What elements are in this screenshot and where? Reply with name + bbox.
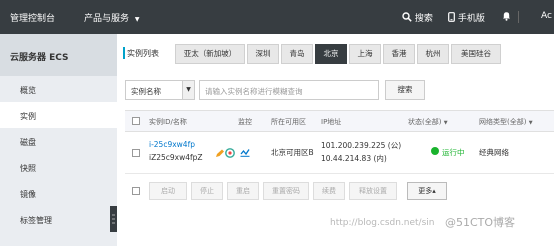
- products-menu-label: 产品与服务: [84, 14, 130, 24]
- col-ip: IP地址: [321, 118, 342, 126]
- top-nav-bar: 管理控制台 产品与服务 ▼ 搜索 手机版 Ac: [0, 0, 554, 34]
- tag-icon[interactable]: [225, 148, 235, 158]
- search-button[interactable]: 搜索: [385, 80, 425, 100]
- divider: [518, 11, 519, 23]
- table-row: i-25c9xw4fp iZ25c9xw4fpZ 北京可用区B 101.200.…: [125, 132, 554, 174]
- chevron-down-icon: ▼: [134, 16, 140, 23]
- instance-name: iZ25c9xw4fpZ: [149, 153, 203, 162]
- watermark-url: http://blog.csdn.net/sin: [330, 218, 435, 228]
- stop-button[interactable]: 停止: [191, 182, 223, 200]
- tab-region-beijing[interactable]: 北京: [315, 44, 347, 64]
- sidebar-item-images[interactable]: 镜像: [0, 180, 117, 206]
- caret-down-icon: ▼: [182, 81, 194, 99]
- col-status-label: 状态(全部): [408, 118, 442, 126]
- products-menu[interactable]: 产品与服务 ▼: [84, 11, 140, 24]
- col-status-filter[interactable]: 状态(全部) ▼: [408, 117, 448, 127]
- tab-region-singapore[interactable]: 亚太（新加坡）: [175, 44, 245, 64]
- search-icon: [402, 12, 412, 22]
- search-link[interactable]: 搜索: [402, 11, 433, 24]
- monitor-chart-icon[interactable]: [240, 148, 250, 157]
- mobile-link-label: 手机版: [457, 14, 485, 24]
- release-settings-button[interactable]: 释放设置: [349, 182, 397, 200]
- col-id-name: 实例ID/名称: [149, 118, 187, 126]
- col-network-filter[interactable]: 网络类型(全部) ▼: [479, 117, 533, 127]
- tab-region-hangzhou[interactable]: 杭州: [417, 44, 449, 64]
- restart-button[interactable]: 重启: [227, 182, 259, 200]
- sidebar-item-tags[interactable]: 标签管理: [0, 206, 117, 232]
- table-header: 实例ID/名称 监控 所在可用区 IP地址 状态(全部) ▼ 网络类型(全部) …: [125, 110, 554, 132]
- instance-list-title: 实例列表: [127, 49, 159, 58]
- filter-field-value: 实例名称: [131, 87, 161, 96]
- start-button[interactable]: 启动: [149, 182, 187, 200]
- bell-icon[interactable]: [502, 11, 511, 24]
- status-badge: 运行中: [442, 148, 465, 157]
- instance-id-link[interactable]: i-25c9xw4fp: [149, 140, 195, 149]
- mobile-link[interactable]: 手机版: [448, 11, 485, 24]
- running-status-icon: [431, 147, 439, 155]
- sidebar-title: 云服务器 ECS: [0, 34, 117, 76]
- caret-down-icon: ▼: [443, 120, 448, 126]
- section-marker: [123, 47, 125, 59]
- sidebar-item-overview[interactable]: 概览: [0, 76, 117, 102]
- watermark-brand: @51CTO博客: [445, 216, 516, 229]
- bulk-select-checkbox[interactable]: [132, 187, 140, 195]
- tab-region-hongkong[interactable]: 香港: [383, 44, 415, 64]
- filter-field-select[interactable]: 实例名称 ▼: [125, 80, 195, 100]
- collapse-grip-icon: [112, 214, 115, 224]
- sidebar-item-disks[interactable]: 磁盘: [0, 128, 117, 154]
- reset-password-button[interactable]: 重置密码: [263, 182, 309, 200]
- caret-down-icon: ▼: [528, 120, 533, 126]
- col-network-label: 网络类型(全部): [479, 118, 527, 126]
- edit-icon[interactable]: [215, 149, 225, 158]
- row-checkbox[interactable]: [132, 149, 140, 157]
- zone-value: 北京可用区B: [271, 148, 314, 157]
- private-ip: 10.44.214.83 (内): [321, 154, 387, 163]
- sidebar-item-snapshots[interactable]: 快照: [0, 154, 117, 180]
- user-account-menu[interactable]: Ac: [541, 11, 552, 21]
- tab-region-shenzhen[interactable]: 深圳: [247, 44, 279, 64]
- renew-button[interactable]: 续费: [313, 182, 345, 200]
- sidebar: 云服务器 ECS 概览 实例 磁盘 快照 镜像 标签管理: [0, 34, 117, 246]
- network-type: 经典网络: [479, 148, 509, 157]
- tab-region-qingdao[interactable]: 青岛: [281, 44, 313, 64]
- col-zone: 所在可用区: [271, 118, 306, 126]
- tab-region-shanghai[interactable]: 上海: [349, 44, 381, 64]
- search-link-label: 搜索: [414, 14, 433, 24]
- sidebar-collapse-handle[interactable]: [110, 206, 117, 232]
- public-ip: 101.200.239.225 (公): [321, 141, 402, 150]
- instance-search-input[interactable]: 请输入实例名称进行模糊查询: [199, 80, 379, 100]
- col-monitor: 监控: [238, 118, 252, 126]
- tab-region-us-silicon-valley[interactable]: 美国硅谷: [451, 44, 501, 64]
- select-all-checkbox[interactable]: [132, 117, 140, 125]
- sidebar-item-instances[interactable]: 实例: [0, 102, 117, 128]
- mobile-icon: [448, 12, 455, 22]
- console-home-link[interactable]: 管理控制台: [10, 11, 55, 24]
- more-actions-button[interactable]: 更多▴: [407, 182, 447, 200]
